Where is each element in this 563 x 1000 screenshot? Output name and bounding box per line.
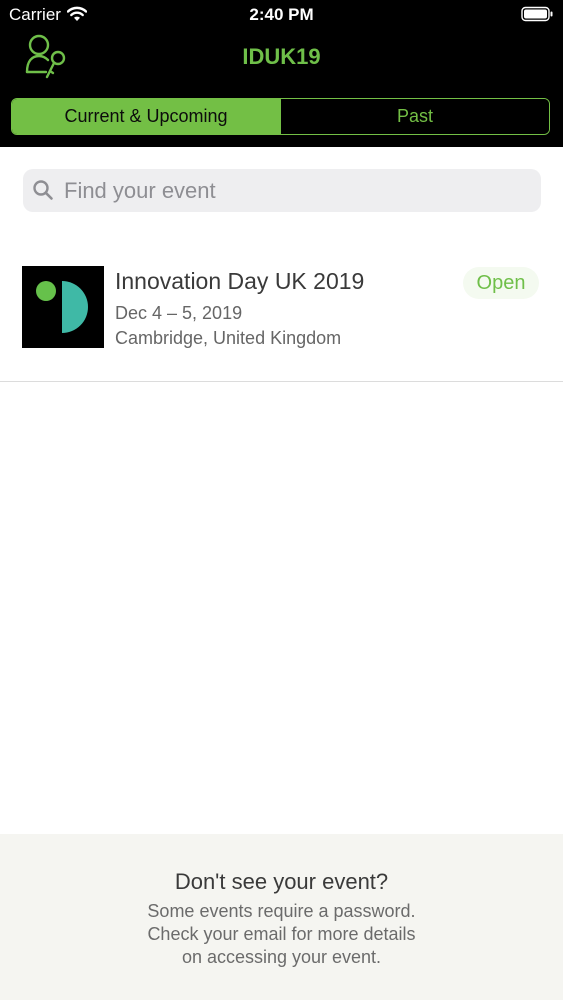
footer-help-line: on accessing your event. <box>181 947 382 967</box>
search-bar[interactable] <box>23 169 541 212</box>
event-code-title: IDUK19 <box>242 44 321 69</box>
event-logo <box>22 266 104 348</box>
event-name: Innovation Day UK 2019 <box>115 268 365 294</box>
segmented-control: Current & Upcoming Past <box>11 98 550 135</box>
search-input[interactable] <box>64 169 524 212</box>
event-location: Cambridge, United Kingdom <box>115 328 342 348</box>
event-list-item[interactable]: Innovation Day UK 2019 Dec 4 – 5, 2019 C… <box>0 236 563 382</box>
search-icon <box>32 179 54 206</box>
tab-past[interactable]: Past <box>280 99 549 134</box>
battery-icon <box>521 6 554 27</box>
footer-help-line: Check your email for more details <box>147 924 416 944</box>
footer-help-line: Some events require a password. <box>147 901 416 921</box>
clock: 2:40 PM <box>249 5 314 24</box>
header: Carrier 2:40 PM IDUK19 Current & Upcomin… <box>0 0 563 147</box>
status-bar: Carrier 2:40 PM <box>0 0 563 30</box>
tab-current-upcoming[interactable]: Current & Upcoming <box>12 99 280 134</box>
event-dates: Dec 4 – 5, 2019 <box>115 303 243 323</box>
footer-title: Don't see your event? <box>174 869 389 894</box>
help-footer: Don't see your event? Some events requir… <box>0 834 563 1000</box>
status-badge: Open <box>463 267 539 299</box>
